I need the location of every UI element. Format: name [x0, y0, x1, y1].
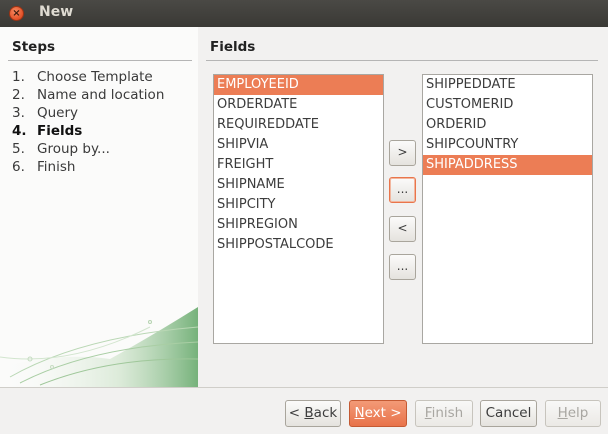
field-list-item[interactable]: SHIPADDRESS	[423, 155, 592, 175]
field-list-item[interactable]: SHIPVIA	[214, 135, 383, 155]
fields-panel: Fields EMPLOYEEID ORDERDATE REQUIREDDATE SH…	[198, 27, 608, 387]
step-label: Choose Template	[37, 69, 153, 85]
steps-sidebar: Steps 1. Choose Template 2. Name and locati…	[0, 27, 198, 387]
fields-divider	[206, 60, 598, 61]
steps-list: 1. Choose Template 2. Name and location 3. Qu…	[12, 68, 164, 176]
step-label: Name and location	[37, 87, 165, 103]
field-list-item[interactable]: EMPLOYEEID	[214, 75, 383, 95]
step-number: 4.	[12, 123, 27, 139]
field-list-item[interactable]: REQUIREDDATE	[214, 115, 383, 135]
step-label: Fields	[37, 123, 83, 139]
field-list-item[interactable]: SHIPPOSTALCODE	[214, 235, 383, 255]
step-label: Query	[37, 105, 79, 121]
step-number: 1.	[12, 69, 25, 85]
step-item: 4. Fields	[12, 122, 164, 140]
fields-title: Fields	[210, 39, 256, 55]
steps-divider	[8, 60, 192, 61]
field-list-item[interactable]: CUSTOMERID	[423, 95, 592, 115]
available-fields-list[interactable]: EMPLOYEEID ORDERDATE REQUIREDDATE SHIPVIA FR…	[213, 74, 384, 344]
back-button[interactable]: < Back	[285, 400, 341, 427]
step-number: 5.	[12, 141, 25, 157]
add-field-button[interactable]: >	[389, 140, 416, 166]
next-button[interactable]: Next >	[349, 400, 407, 427]
step-item: 2. Name and location	[12, 86, 164, 104]
title-bar: × New	[0, 0, 608, 27]
field-list-item[interactable]: SHIPCITY	[214, 195, 383, 215]
step-number: 2.	[12, 87, 25, 103]
step-item: 1. Choose Template	[12, 68, 164, 86]
help-button[interactable]: Help	[545, 400, 601, 427]
decorative-swirl-graphic	[0, 307, 198, 387]
step-label: Finish	[37, 159, 76, 175]
window-title: New	[39, 4, 74, 20]
steps-title: Steps	[12, 39, 56, 55]
add-all-fields-button[interactable]: ...	[389, 177, 416, 203]
close-icon[interactable]: ×	[9, 6, 24, 21]
field-list-item[interactable]: SHIPREGION	[214, 215, 383, 235]
field-list-item[interactable]: SHIPCOUNTRY	[423, 135, 592, 155]
step-number: 3.	[12, 105, 25, 121]
field-list-item[interactable]: ORDERID	[423, 115, 592, 135]
finish-button[interactable]: Finish	[415, 400, 473, 427]
remove-field-button[interactable]: <	[389, 216, 416, 242]
step-label: Group by...	[37, 141, 110, 157]
cancel-button[interactable]: Cancel	[480, 400, 537, 427]
button-bar: < Back Next > Finish Cancel Help	[0, 387, 608, 434]
step-item: 6. Finish	[12, 158, 164, 176]
field-list-item[interactable]: SHIPNAME	[214, 175, 383, 195]
field-list-item[interactable]: FREIGHT	[214, 155, 383, 175]
remove-all-fields-button[interactable]: ...	[389, 254, 416, 280]
field-list-item[interactable]: ORDERDATE	[214, 95, 383, 115]
step-item: 5. Group by...	[12, 140, 164, 158]
step-item: 3. Query	[12, 104, 164, 122]
field-list-item[interactable]: SHIPPEDDATE	[423, 75, 592, 95]
step-number: 6.	[12, 159, 25, 175]
selected-fields-list[interactable]: SHIPPEDDATE CUSTOMERID ORDERID SHIPCOUNTRY S…	[422, 74, 593, 344]
